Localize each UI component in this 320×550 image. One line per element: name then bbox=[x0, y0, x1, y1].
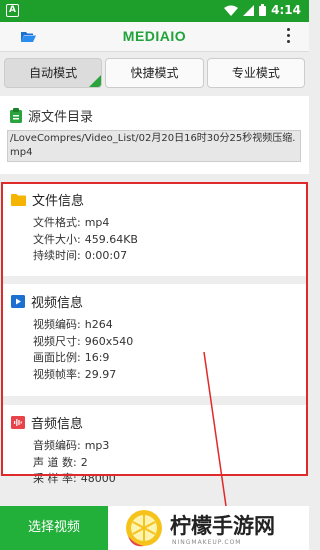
annotation-arrow-line bbox=[203, 351, 227, 507]
watermark-text: 柠檬手游网 bbox=[170, 514, 275, 538]
lemon-logo-icon bbox=[126, 510, 162, 547]
bottom-bar: 选择视频 柠檬手游网 NINGMAKEUP.COM bbox=[0, 506, 309, 550]
select-video-button[interactable]: 选择视频 bbox=[0, 506, 108, 550]
watermark-subtext: NINGMAKEUP.COM bbox=[172, 539, 242, 546]
